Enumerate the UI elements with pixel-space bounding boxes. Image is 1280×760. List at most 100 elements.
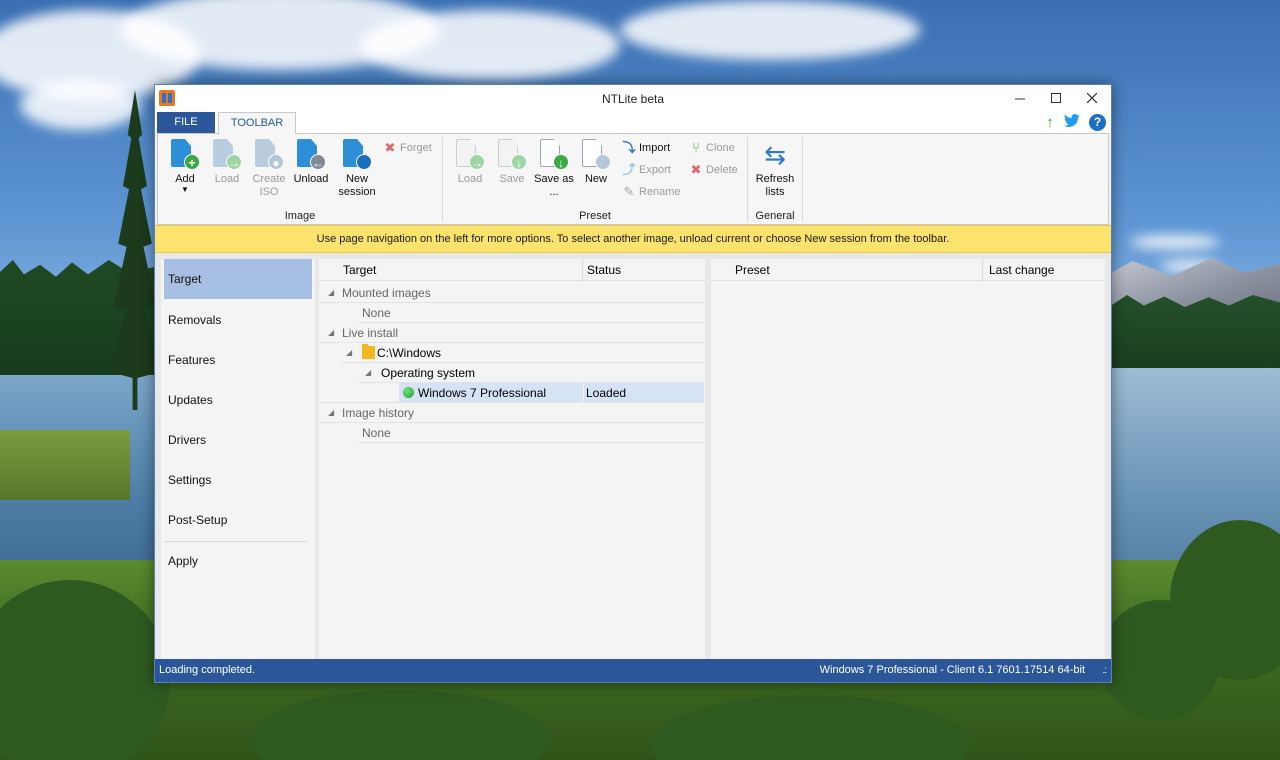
general-group: ⇆ Refresh lists General	[748, 134, 802, 224]
refresh-lists-button[interactable]: ⇆ Refresh lists	[752, 139, 798, 199]
create-iso-button[interactable]: ● Create ISO	[248, 139, 290, 199]
new-session-label: New session	[338, 173, 376, 198]
preset-new-label: New	[584, 173, 607, 185]
preset-save-icon: ↓	[511, 154, 527, 170]
upgrade-arrow-icon[interactable]: ↑	[1041, 114, 1059, 132]
create-iso-label: Create ISO	[252, 173, 286, 198]
tree-row-live-install[interactable]: ◢ Live install	[319, 323, 705, 343]
os-name-label: Windows 7 Professional	[418, 386, 547, 400]
preset-save-as-button[interactable]: ↓ Save as ...	[533, 139, 575, 199]
tree-row-image-history[interactable]: ◢ Image history	[319, 403, 705, 423]
maximize-button[interactable]	[1039, 85, 1073, 112]
tree-row-mounted-none[interactable]: None	[359, 303, 705, 323]
unload-icon: ←	[310, 154, 326, 170]
operating-system-label: Operating system	[381, 366, 476, 380]
add-label: Add	[175, 173, 195, 185]
tab-file[interactable]: FILE	[157, 112, 215, 133]
minimize-button[interactable]	[1003, 85, 1037, 112]
main-area: Target Removals Features Updates Drivers…	[155, 253, 1111, 659]
expand-arrow-icon[interactable]: ◢	[328, 403, 334, 423]
preset-group: → Load ↓ Save ↓ Save as ... New ⤵ Import…	[443, 134, 747, 224]
preset-load-icon: →	[469, 154, 485, 170]
new-session-button[interactable]: New session	[334, 139, 380, 199]
nav-item-removals[interactable]: Removals	[164, 300, 312, 340]
load-image-label: Load	[214, 173, 240, 185]
forget-label: Forget	[400, 142, 432, 154]
maximize-icon	[1051, 93, 1061, 103]
load-image-button[interactable]: → Load	[206, 139, 248, 186]
expand-arrow-icon[interactable]: ◢	[365, 363, 371, 383]
target-panel: Target Status ◢ Mounted images None ◢ Li…	[319, 259, 705, 659]
history-none-label: None	[362, 426, 391, 440]
title-bar[interactable]: NTLite beta	[155, 85, 1111, 112]
load-icon: →	[226, 154, 242, 170]
status-bar: Loading completed. Windows 7 Professiona…	[155, 659, 1111, 682]
clone-label: Clone	[706, 142, 735, 154]
status-message: Loading completed.	[159, 664, 256, 676]
tab-toolbar[interactable]: TOOLBAR	[218, 112, 296, 134]
nav-item-target[interactable]: Target	[164, 259, 312, 299]
column-status[interactable]: Status	[583, 259, 705, 281]
export-button[interactable]: ⤴ Export	[619, 160, 670, 180]
tree-row-mounted-images[interactable]: ◢ Mounted images	[319, 283, 705, 303]
help-icon[interactable]: ?	[1089, 114, 1106, 131]
tree-row-windows-7[interactable]: Windows 7 Professional Loaded	[319, 383, 705, 403]
close-button[interactable]	[1075, 85, 1109, 112]
import-button[interactable]: ⤵ Import	[619, 138, 670, 158]
preset-load-button[interactable]: → Load	[449, 139, 491, 186]
nav-item-drivers[interactable]: Drivers	[164, 420, 312, 460]
clone-button[interactable]: ⑂ Clone	[686, 138, 735, 158]
unload-label: Unload	[293, 173, 329, 185]
add-image-button[interactable]: + Add ▼	[164, 139, 206, 194]
delete-button[interactable]: ✖ Delete	[686, 160, 738, 180]
nav-item-features[interactable]: Features	[164, 340, 312, 380]
preset-column-header: Preset Last change	[711, 259, 1105, 281]
nav-item-apply[interactable]: Apply	[164, 541, 312, 581]
preset-new-icon	[595, 154, 611, 170]
preset-save-as-icon: ↓	[553, 154, 569, 170]
import-label: Import	[639, 142, 671, 154]
rename-button[interactable]: ✎ Rename	[619, 182, 681, 202]
resize-grip-icon[interactable]: .:	[1102, 659, 1106, 682]
mounted-images-label: Mounted images	[342, 286, 431, 300]
mounted-none-label: None	[362, 306, 391, 320]
add-icon: +	[184, 154, 200, 170]
tree-row-operating-system[interactable]: ◢ Operating system	[359, 363, 705, 383]
general-group-label: General	[755, 210, 795, 222]
nav-item-settings[interactable]: Settings	[164, 460, 312, 500]
nav-item-post-setup[interactable]: Post-Setup	[164, 500, 312, 540]
preset-load-label: Load	[457, 173, 483, 185]
close-icon	[1086, 92, 1098, 104]
expand-arrow-icon[interactable]: ◢	[328, 323, 334, 343]
column-preset[interactable]: Preset	[711, 259, 983, 281]
twitter-icon[interactable]	[1063, 114, 1081, 132]
app-window: NTLite beta FILE TOOLBAR ↑ ? + Add ▼ → L…	[154, 84, 1112, 683]
tree-row-history-none[interactable]: None	[359, 423, 705, 443]
minimize-icon	[1015, 98, 1025, 100]
windows-path-label: C:\Windows	[377, 346, 442, 360]
unload-button[interactable]: ← Unload	[290, 139, 332, 186]
folder-icon	[362, 344, 375, 359]
expand-arrow-icon[interactable]: ◢	[346, 343, 352, 363]
nav-item-updates[interactable]: Updates	[164, 380, 312, 420]
forget-button[interactable]: ✖ Forget	[380, 138, 432, 158]
tree-row-windows-folder[interactable]: ◢ C:\Windows	[341, 343, 705, 363]
preset-save-button[interactable]: ↓ Save	[491, 139, 533, 186]
live-install-label: Live install	[342, 326, 399, 340]
os-status-label: Loaded	[586, 386, 627, 400]
preset-new-button[interactable]: New	[575, 139, 617, 186]
column-last-change[interactable]: Last change	[983, 259, 1103, 281]
disc-icon: ●	[268, 154, 284, 170]
preset-group-label: Preset	[579, 210, 611, 222]
image-history-label: Image history	[342, 406, 415, 420]
image-group: + Add ▼ → Load ● Create ISO ← Unload New…	[158, 134, 442, 224]
target-column-header: Target Status	[319, 259, 705, 281]
page-navigation: Target Removals Features Updates Drivers…	[161, 259, 315, 659]
preset-panel: Preset Last change	[711, 259, 1105, 659]
column-target[interactable]: Target	[319, 259, 583, 281]
refresh-icon: ⇆	[764, 140, 786, 170]
export-icon: ⤴	[622, 162, 636, 177]
clone-icon: ⑂	[692, 140, 700, 155]
expand-arrow-icon[interactable]: ◢	[328, 283, 334, 303]
loaded-status-dot-icon	[403, 387, 414, 398]
